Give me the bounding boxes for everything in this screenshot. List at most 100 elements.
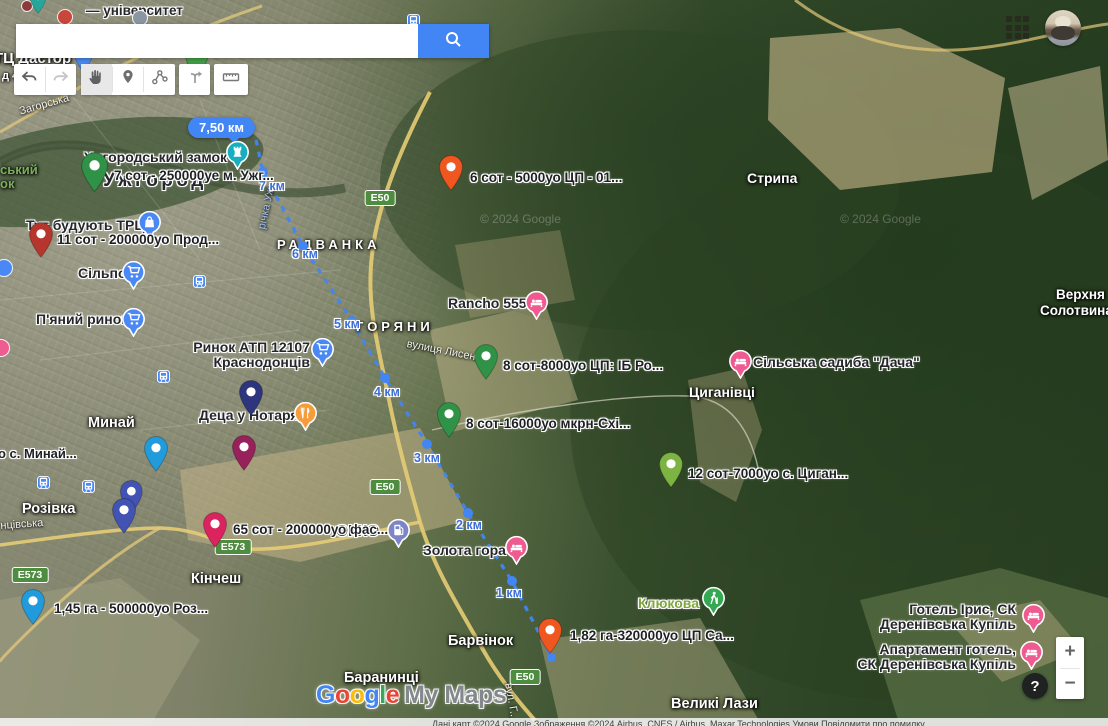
poi-label: Золота гора (423, 543, 506, 558)
user-pin-label: 1,82 га-320000уо ЦП Са... (570, 628, 734, 643)
map-stage[interactable]: © 2024 Google© 2024 GoogleЗагорськавулиц… (0, 0, 1108, 726)
google-my-maps-logo: GoogleMy Maps (316, 681, 506, 710)
user-pin[interactable] (658, 451, 684, 493)
street-label: Загорська (18, 92, 70, 118)
poi-dot-marker[interactable] (0, 339, 10, 357)
pan-hand-button[interactable] (81, 64, 112, 95)
measure-group (214, 64, 248, 95)
google-apps-grid-icon[interactable] (1006, 16, 1029, 39)
help-button[interactable]: ? (1022, 673, 1048, 699)
poi-bed-marker[interactable] (503, 535, 530, 570)
user-pin[interactable] (202, 511, 228, 553)
user-pin-label: 11 сот - 200000уо Прод... (57, 232, 219, 247)
street-label: нцівська (0, 517, 44, 532)
logo-letter: G (316, 681, 335, 709)
ruler-icon (221, 67, 241, 92)
user-pin-label: 8 сот-16000уо мкрн-Схі... (466, 416, 630, 431)
poi-label: П'яний ринок (36, 312, 128, 327)
logo-letter: o (350, 681, 365, 709)
transit-station-icon[interactable] (193, 275, 206, 293)
poi-restaurant-marker[interactable] (292, 401, 319, 436)
poi-label: Готель Ірис, СКДеренівська Купіль (880, 602, 1016, 632)
user-pin[interactable] (537, 617, 563, 659)
user-pin[interactable] (20, 588, 46, 630)
zoom-control: + − (1056, 637, 1084, 699)
poi-cart-marker[interactable] (120, 260, 147, 295)
transit-station-icon[interactable] (157, 370, 170, 388)
zoom-out-button[interactable]: − (1056, 669, 1084, 700)
google-wordmark: Google (316, 681, 399, 709)
poi-bed-marker[interactable] (1018, 640, 1045, 675)
logo-letter: g (365, 681, 380, 709)
route-waypoint-dot (422, 439, 432, 449)
directions-group (179, 64, 210, 95)
user-pin[interactable] (438, 154, 464, 196)
user-pin[interactable] (231, 434, 257, 476)
poi-bed-marker[interactable] (523, 290, 550, 325)
user-pin[interactable] (29, 0, 47, 19)
poi-fuel-marker[interactable] (385, 518, 412, 553)
map-overlay: © 2024 Google© 2024 GoogleЗагорськавулиц… (0, 0, 1108, 726)
map-label: ГОРЯНИ (356, 319, 434, 334)
map-label: Минай (88, 415, 135, 431)
poi-label: Апартамент готель,СК Деренівська Купіль (857, 642, 1016, 672)
user-pin-label: 1,45 га - 500000уо Роз... (54, 601, 208, 616)
user-avatar[interactable] (1045, 10, 1081, 46)
route-distance-label: 2 км (456, 518, 482, 532)
map-label: Верхня (1056, 287, 1105, 302)
add-directions-button[interactable] (179, 64, 210, 95)
route-waypoint-dot (507, 576, 517, 586)
user-pin[interactable] (80, 151, 109, 197)
draw-line-button[interactable] (144, 64, 175, 95)
logo-letter: o (335, 681, 350, 709)
user-pin-label: 7 сот - 250000уе м. Ужг... (114, 168, 274, 183)
user-pin[interactable] (436, 401, 462, 443)
map-label: о с. Минай... (0, 446, 77, 461)
poi-hiking-marker[interactable] (700, 586, 727, 621)
map-label: Розівка (22, 501, 75, 517)
poi-cart-marker[interactable] (309, 337, 336, 372)
transit-station-icon[interactable] (37, 476, 50, 494)
road-badge: E50 (365, 190, 396, 206)
user-pin-label: 12 сот-7000уо с. Циган... (688, 466, 848, 481)
map-label: Стрипа (747, 170, 797, 186)
route-distance-label: 1 км (496, 586, 522, 600)
user-pin[interactable] (28, 221, 54, 263)
add-marker-button[interactable] (113, 64, 144, 95)
search-icon (444, 30, 463, 52)
user-pin[interactable] (143, 435, 169, 477)
redo-icon (51, 68, 71, 91)
directions-icon (185, 67, 205, 92)
measure-ruler-button[interactable] (214, 64, 248, 95)
zoom-in-button[interactable]: + (1056, 637, 1084, 668)
poi-bed-marker[interactable] (727, 349, 754, 384)
user-pin[interactable] (473, 343, 499, 385)
route-waypoint-dot (463, 508, 473, 518)
street-label: річка Уж (256, 186, 277, 230)
user-pin[interactable] (238, 379, 264, 421)
route-distance-label: 6 км (292, 247, 318, 261)
search-button[interactable] (418, 24, 489, 58)
redo-button[interactable] (46, 64, 77, 95)
map-label: ський (0, 162, 38, 177)
road-badge: E573 (12, 567, 49, 583)
map-attribution: Дані карт ©2024 Google Зображення ©2024 … (0, 718, 1108, 726)
poi-bed-marker[interactable] (1020, 603, 1047, 638)
map-label: Кінчеш (191, 571, 241, 587)
user-pin[interactable] (111, 497, 137, 539)
route-distance-label: 4 км (374, 385, 400, 399)
hand-icon (86, 67, 106, 92)
poi-cart-marker[interactable] (120, 307, 147, 342)
transit-station-icon[interactable] (82, 480, 95, 498)
map-label: Барвінок (448, 633, 513, 649)
road-badge: E50 (510, 669, 541, 685)
poi-label: Клюкова (638, 596, 699, 611)
undo-button[interactable] (14, 64, 45, 95)
my-maps-wordmark: My Maps (404, 681, 506, 709)
polyline-icon (150, 67, 170, 92)
undo-icon (19, 68, 39, 91)
poi-dot-marker[interactable] (0, 259, 13, 277)
map-label: Великі Лази (671, 696, 758, 712)
search-input[interactable] (16, 24, 418, 58)
poi-dot-marker[interactable] (57, 9, 73, 25)
